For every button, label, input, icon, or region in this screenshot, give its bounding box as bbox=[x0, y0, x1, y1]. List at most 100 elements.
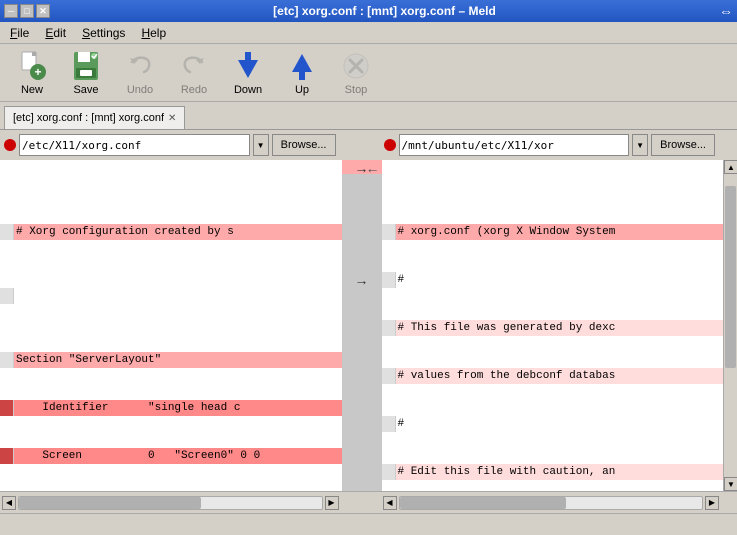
right-gutter-1 bbox=[382, 224, 396, 240]
right-diff-panel: # xorg.conf (xorg X Window System # # Th… bbox=[382, 160, 724, 491]
left-filepath-section: /etc/X11/xorg.conf ▼ Browse... bbox=[4, 134, 336, 156]
left-hscroll-thumb[interactable] bbox=[19, 497, 201, 509]
new-icon: + bbox=[16, 50, 48, 82]
left-gutter-4 bbox=[0, 400, 14, 416]
right-gutter-4 bbox=[382, 368, 396, 384]
left-line-4: Identifier "single head c bbox=[0, 400, 342, 416]
left-diff-content[interactable]: # Xorg configuration created by s Sectio… bbox=[0, 160, 342, 491]
main-content: /etc/X11/xorg.conf ▼ Browse... /mnt/ubun… bbox=[0, 130, 737, 513]
left-line-5: Screen 0 "Screen0" 0 0 bbox=[0, 448, 342, 464]
right-path-dropdown[interactable]: ▼ bbox=[632, 134, 648, 156]
down-label: Down bbox=[234, 84, 262, 96]
bottom-scrollbar-row: ◀ ▶ ◀ ▶ bbox=[0, 491, 737, 513]
stop-label: Stop bbox=[345, 84, 368, 96]
left-path-input[interactable]: /etc/X11/xorg.conf bbox=[19, 134, 250, 156]
svg-text:+: + bbox=[34, 65, 41, 79]
right-text-5: # bbox=[396, 416, 724, 432]
save-label: Save bbox=[73, 84, 98, 96]
right-diff-content[interactable]: # xorg.conf (xorg X Window System # # Th… bbox=[382, 160, 724, 491]
right-text-6: # Edit this file with caution, an bbox=[396, 464, 724, 480]
right-filepath-section: /mnt/ubuntu/etc/X11/xor ▼ Browse... bbox=[384, 134, 716, 156]
right-scrollbar[interactable]: ▲ ▼ bbox=[723, 160, 737, 491]
left-path-dropdown[interactable]: ▼ bbox=[253, 134, 269, 156]
tab-close-button[interactable]: ✕ bbox=[168, 113, 176, 124]
save-button[interactable]: Save bbox=[60, 48, 112, 98]
menubar: File Edit Settings Help bbox=[0, 22, 737, 44]
up-button[interactable]: Up bbox=[276, 48, 328, 98]
left-hscrollbar[interactable] bbox=[18, 496, 323, 510]
right-line-1: # xorg.conf (xorg X Window System bbox=[382, 224, 724, 240]
left-text-5: Screen 0 "Screen0" 0 0 bbox=[14, 448, 342, 464]
toolbar: + New Save Undo bbox=[0, 44, 737, 102]
left-text-2 bbox=[14, 288, 342, 304]
right-hscroll-thumb[interactable] bbox=[400, 497, 566, 509]
right-gutter-3 bbox=[382, 320, 396, 336]
new-label: New bbox=[21, 84, 43, 96]
menu-settings[interactable]: Settings bbox=[76, 24, 131, 42]
diff-tab[interactable]: [etc] xorg.conf : [mnt] xorg.conf ✕ bbox=[4, 106, 185, 129]
down-button[interactable]: Down bbox=[222, 48, 274, 98]
left-text-1: # Xorg configuration created by s bbox=[14, 224, 342, 240]
scrollbar-up-arrow[interactable]: ▲ bbox=[724, 160, 737, 174]
right-status-dot bbox=[384, 139, 396, 151]
menu-edit[interactable]: Edit bbox=[39, 24, 72, 42]
stop-icon bbox=[340, 50, 372, 82]
up-label: Up bbox=[295, 84, 309, 96]
scrollbar-thumb[interactable] bbox=[725, 186, 736, 368]
right-text-4: # values from the debconf databas bbox=[396, 368, 724, 384]
right-gutter-2 bbox=[382, 272, 396, 288]
left-gutter-3 bbox=[0, 352, 14, 368]
scrollbar-down-arrow[interactable]: ▼ bbox=[724, 477, 737, 491]
down-icon bbox=[232, 50, 264, 82]
menu-file[interactable]: File bbox=[4, 24, 35, 42]
left-gutter-5 bbox=[0, 448, 14, 464]
right-line-2: # bbox=[382, 272, 724, 288]
close-button[interactable]: ✕ bbox=[36, 4, 50, 18]
right-text-2: # bbox=[396, 272, 724, 288]
undo-button[interactable]: Undo bbox=[114, 48, 166, 98]
right-scroll-right[interactable]: ▶ bbox=[705, 496, 719, 510]
left-scroll-right[interactable]: ▶ bbox=[325, 496, 339, 510]
diff-area: # Xorg configuration created by s Sectio… bbox=[0, 160, 737, 491]
scrollbar-track bbox=[724, 174, 737, 477]
right-browse-button[interactable]: Browse... bbox=[651, 134, 715, 156]
right-gutter-5 bbox=[382, 416, 396, 432]
right-line-3: # This file was generated by dexc bbox=[382, 320, 724, 336]
diff-connector: → ← → bbox=[342, 160, 382, 491]
left-scroll-left[interactable]: ◀ bbox=[2, 496, 16, 510]
left-gutter-2 bbox=[0, 288, 14, 304]
up-icon bbox=[286, 50, 318, 82]
right-line-4: # values from the debconf databas bbox=[382, 368, 724, 384]
right-text-3: # This file was generated by dexc bbox=[396, 320, 724, 336]
left-browse-button[interactable]: Browse... bbox=[272, 134, 336, 156]
left-line-1: # Xorg configuration created by s bbox=[0, 224, 342, 240]
titlebar: ─ □ ✕ [etc] xorg.conf : [mnt] xorg.conf … bbox=[0, 0, 737, 22]
left-text-4: Identifier "single head c bbox=[14, 400, 342, 416]
titlebar-controls[interactable]: ─ □ ✕ bbox=[0, 4, 50, 18]
right-hscrollbar[interactable] bbox=[399, 496, 704, 510]
left-arrow-1[interactable]: ← bbox=[366, 160, 380, 176]
left-gutter-1 bbox=[0, 224, 14, 240]
tabbar: [etc] xorg.conf : [mnt] xorg.conf ✕ bbox=[0, 102, 737, 130]
menu-help[interactable]: Help bbox=[135, 24, 172, 42]
left-path-value: /etc/X11/xorg.conf bbox=[22, 139, 141, 152]
tab-label: [etc] xorg.conf : [mnt] xorg.conf bbox=[13, 112, 164, 124]
maximize-button[interactable]: □ bbox=[20, 4, 34, 18]
left-status-dot bbox=[4, 139, 16, 151]
new-button[interactable]: + New bbox=[6, 48, 58, 98]
left-text-3: Section "ServerLayout" bbox=[14, 352, 342, 368]
left-diff-panel: # Xorg configuration created by s Sectio… bbox=[0, 160, 342, 491]
right-scroll-left[interactable]: ◀ bbox=[383, 496, 397, 510]
left-line-3: Section "ServerLayout" bbox=[0, 352, 342, 368]
right-path-input[interactable]: /mnt/ubuntu/etc/X11/xor bbox=[399, 134, 630, 156]
left-line-2 bbox=[0, 288, 342, 304]
undo-icon bbox=[124, 50, 156, 82]
minimize-button[interactable]: ─ bbox=[4, 4, 18, 18]
redo-icon bbox=[178, 50, 210, 82]
filepath-row: /etc/X11/xorg.conf ▼ Browse... /mnt/ubun… bbox=[0, 130, 737, 160]
save-icon bbox=[70, 50, 102, 82]
right-arrow-2[interactable]: → bbox=[342, 272, 382, 288]
stop-button[interactable]: Stop bbox=[330, 48, 382, 98]
right-text-1: # xorg.conf (xorg X Window System bbox=[396, 224, 724, 240]
redo-button[interactable]: Redo bbox=[168, 48, 220, 98]
